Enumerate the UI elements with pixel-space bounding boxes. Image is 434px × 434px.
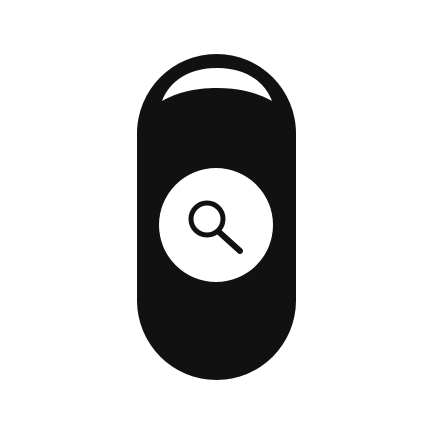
icon-canvas xyxy=(0,0,434,434)
search-capsule-icon xyxy=(137,54,296,380)
search-disc xyxy=(159,168,273,282)
